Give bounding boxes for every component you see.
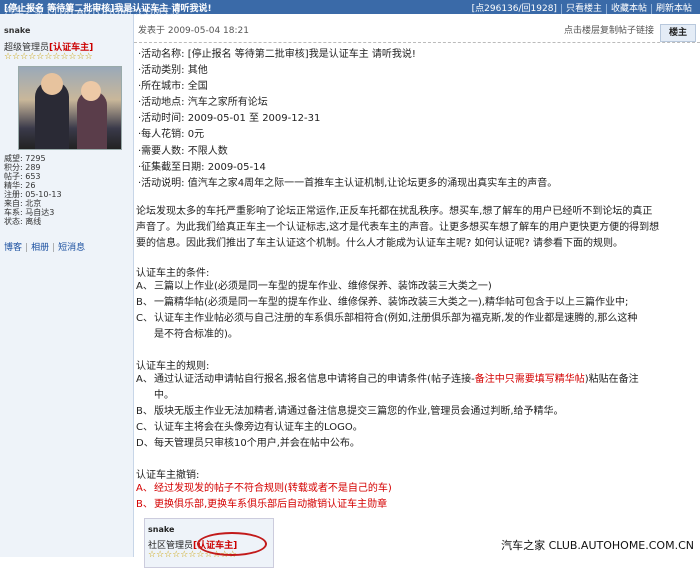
info-line: ·活动说明: 值汽车之家4周年之际一一首推车主认证机制,让论坛更多的涌现出真实车… [138, 177, 558, 189]
revoke-heading: 认证车主撤销: [136, 470, 200, 481]
rules-list: A、 通过认证活动申请帖自行报名,报名信息中请将自己的申请条件(帖子连接-备注中只… [136, 372, 692, 452]
stat-registered: 注册: 05-10-13 [4, 190, 62, 199]
info-line: ·活动时间: 2009-05-01 至 2009-12-31 [138, 113, 321, 125]
post-content: 发表于 2009-05-04 18:21 点击楼层复制帖子链接 楼主 ·活动名称… [134, 14, 700, 568]
info-line: ·所在城市: 全国 [138, 81, 208, 93]
blog-link[interactable]: 博客 [4, 243, 22, 253]
stat-reputation: 威望: 7295 [4, 154, 46, 163]
author-links: 博客 | 相册 | 短消息 [4, 243, 86, 253]
message-link[interactable]: 短消息 [58, 243, 85, 253]
list-item: A、 经过发现发的帖子不符合规则(转载或者不是自己的车) [136, 483, 392, 494]
list-item: B、 一篇精华帖(必须是同一车型的提车作业、维修保养、装饰改装三大类之一),精华帖… [136, 297, 629, 308]
info-line: ·需要人数: 不限人数 [138, 145, 228, 157]
stat-posts: 帖子: 653 [4, 172, 41, 181]
revoke-list: A、 经过发现发的帖子不符合规则(转载或者不是自己的车) B、 更换俱乐部,更换车系… [136, 481, 692, 513]
activity-info: ·活动名称: [停止报名 等待第二批审核]我是认证车主 请听我说! ·活动类别:… [138, 47, 557, 192]
author-stats: 威望: 7295 积分: 289 帖子: 653 精华: 26 注册: 05-1… [4, 154, 62, 226]
footer-watermark: 汽车之家 CLUB.AUTOHOME.COM.CN [501, 539, 694, 552]
author-name[interactable]: snake [4, 26, 30, 35]
info-line: ·征集截至日期: 2009-05-14 [138, 161, 266, 173]
conditions-list: A、 三篇以上作业(必须是同一车型的提车作业、维修保养、装饰改装三大类之一) B、… [136, 279, 692, 343]
view-reply-count: [点296136/回1928] [471, 4, 557, 14]
info-line: ·每人花销: 0元 [138, 129, 205, 141]
stat-from: 来自: 北京 [4, 199, 42, 208]
post-meta: 发表于 2009-05-04 18:21 点击楼层复制帖子链接 楼主 [134, 14, 700, 43]
list-item: A、 三篇以上作业(必须是同一车型的提车作业、维修保养、装饰改装三大类之一) [136, 281, 492, 292]
refresh-link[interactable]: 刷新本帖 [650, 4, 696, 14]
floor-badge: 楼主 [660, 24, 696, 42]
favorite-link[interactable]: 收藏本帖 [605, 4, 651, 14]
list-item: A、 通过认证活动申请帖自行报名,报名信息中请将自己的申请条件(帖子连接-备注中只… [136, 374, 639, 401]
album-link[interactable]: 相册 [31, 243, 49, 253]
intro-paragraph: 论坛发现太多的车托严重影响了论坛正常运作,正反车托都在扰乱秩序。想买车,想了解车… [136, 206, 660, 249]
rank-stars: ☆☆☆☆☆☆☆☆☆☆☆ [4, 52, 93, 62]
stat-status: 状态: 离线 [4, 217, 42, 226]
copy-link[interactable]: 点击楼层复制帖子链接 [564, 23, 654, 36]
author-sidebar: snake 超级管理员[认证车主] ☆☆☆☆☆☆☆☆☆☆☆ 威望: 7295 积… [0, 14, 134, 557]
list-item: B、 版块无版主作业无法加精者,请通过备注信息提交三篇您的作业,管理员会通过判断,… [136, 406, 564, 417]
stat-featured: 精华: 26 [4, 181, 36, 190]
info-line: ·活动地点: 汽车之家所有论坛 [138, 97, 268, 109]
thread-title: [停止报名 等待第二批审核]我是认证车主 请听我说! [4, 4, 212, 14]
highlight-circle [197, 532, 267, 556]
conditions-heading: 认证车主的条件: [136, 268, 210, 279]
highlight-text: 备注中只需要填写精华帖 [474, 374, 585, 385]
example-badge-image: snake 社区管理员[认证车主] ☆☆☆☆☆☆☆☆☆☆☆ [144, 518, 274, 568]
list-item: B、 更换俱乐部,更换车系俱乐部后自动撤销认证车主勋章 [136, 499, 388, 510]
stat-points: 积分: 289 [4, 163, 41, 172]
rules-heading: 认证车主的规则: [136, 361, 210, 372]
info-line: ·活动类别: 其他 [138, 65, 208, 77]
list-item: D、 每天管理员只审核10个用户,并会在帖中公布。 [136, 438, 360, 449]
list-item: C、 认证车主将会在头像旁边有认证车主的LOGO。 [136, 422, 363, 433]
thread-header-bar: 汽车之家 CLUB.AUTOHOME.COM.CN [停止报名 等待第二批审核]… [0, 0, 700, 18]
post-time: 发表于 2009-05-04 18:21 [138, 26, 249, 36]
list-item: C、 认证车主作业帖必须与自己注册的车系俱乐部相符合(例如,注册俱乐部为福克斯,发… [136, 313, 638, 340]
avatar[interactable] [18, 66, 122, 150]
thread-actions: [点296136/回1928] 只看楼主 收藏本帖 刷新本帖 [468, 1, 696, 14]
stat-car: 车系: 马自达3 [4, 208, 55, 217]
info-line: ·活动名称: [停止报名 等待第二批审核]我是认证车主 请听我说! [138, 49, 416, 60]
only-host-link[interactable]: 只看楼主 [560, 4, 606, 14]
example-name: snake [148, 525, 175, 534]
